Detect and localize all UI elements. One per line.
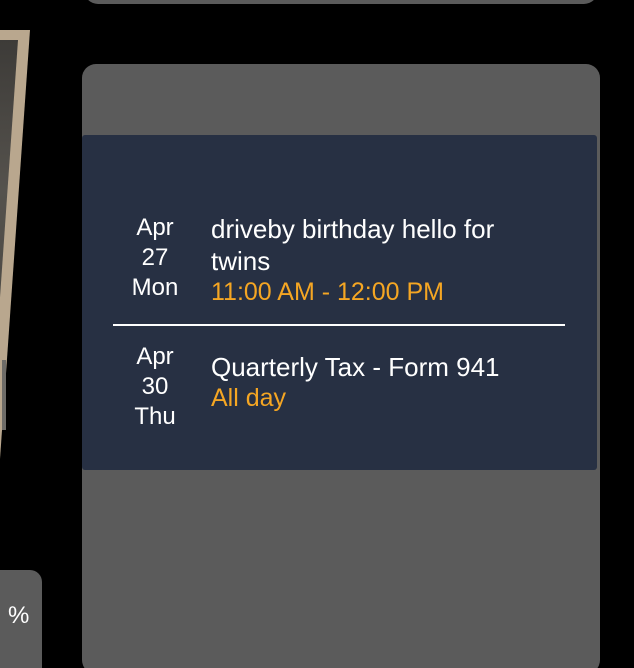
event-month: Apr <box>136 343 174 370</box>
percent-symbol: % <box>8 602 30 629</box>
home-screen: % Apr 27 Mon driveby birthday hello for … <box>0 0 634 668</box>
photo-detail <box>2 360 6 430</box>
event-date: Apr 27 Mon <box>120 213 190 303</box>
event-time: 11:00 AM - 12:00 PM <box>211 278 444 306</box>
event-title: driveby birthday hello for twins <box>211 214 495 276</box>
event-divider <box>113 324 565 326</box>
wallpaper-photo <box>0 0 50 560</box>
agenda-panel: Apr 27 Mon driveby birthday hello for tw… <box>82 135 597 470</box>
event-month: Apr <box>136 214 174 241</box>
event-day: 30 <box>141 373 169 400</box>
event-title: Quarterly Tax - Form 941 <box>211 352 500 382</box>
event-time: All day <box>211 384 287 412</box>
event-info: Quarterly Tax - Form 941 All day <box>211 351 541 414</box>
top-widget-card[interactable] <box>84 0 598 4</box>
event-date: Apr 30 Thu <box>120 342 190 432</box>
percent-tile[interactable]: % <box>0 570 42 668</box>
event-weekday: Thu <box>134 403 176 430</box>
event-day: 27 <box>141 244 169 271</box>
event-info: driveby birthday hello for twins 11:00 A… <box>211 213 541 308</box>
event-weekday: Mon <box>131 274 179 301</box>
